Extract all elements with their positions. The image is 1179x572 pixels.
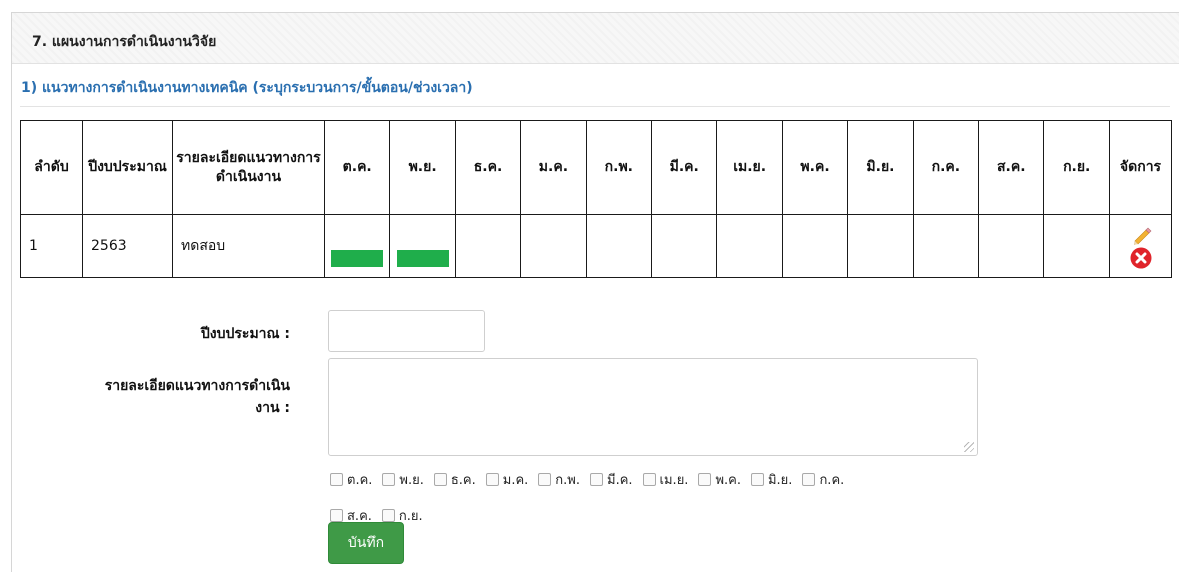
month-checkbox-3[interactable]: ม.ค. (485, 469, 529, 490)
header-month-8: มิ.ย. (847, 120, 914, 215)
cell-month-3 (520, 214, 587, 278)
month-checkbox-6[interactable]: เม.ย. (642, 469, 689, 490)
cell-month-5 (651, 214, 718, 278)
month-checkbox-8[interactable]: มิ.ย. (750, 469, 793, 490)
month-checkbox-4[interactable]: ก.พ. (538, 469, 580, 490)
table-row: 1 2563 ทดสอบ (20, 214, 1172, 278)
month-checkbox-9[interactable]: ก.ค. (802, 469, 844, 490)
detail-label: รายละเอียดแนวทางการดำเนิน งาน : (20, 375, 290, 419)
month-checkboxes: ต.ค. พ.ย. ธ.ค. ม.ค. ก.พ. มี.ค. เม.ย. พ.ค. มิ.ย. ก… (330, 467, 980, 527)
checkbox-box[interactable] (590, 472, 604, 486)
cell-budget-year: 2563 (82, 214, 173, 278)
cell-order: 1 (20, 214, 83, 278)
timeline-bar (331, 249, 384, 267)
detail-label-line1: รายละเอียดแนวทางการดำเนิน (104, 378, 290, 394)
cell-month-2 (454, 214, 522, 278)
delete-icon[interactable] (1129, 246, 1153, 270)
table-header-row: ลำดับ ปีงบประมาณ รายละเอียดแนวทางการดำเน… (20, 120, 1172, 215)
checkbox-box[interactable] (802, 472, 816, 486)
cell-month-11 (1043, 214, 1110, 278)
header-month-10: ส.ค. (978, 120, 1045, 215)
checkbox-box[interactable] (381, 508, 395, 522)
month-checkbox-1[interactable]: พ.ย. (382, 469, 424, 490)
cell-month-9 (912, 214, 980, 278)
month-checkbox-5[interactable]: มี.ค. (590, 469, 633, 490)
header-month-3: ม.ค. (520, 120, 587, 215)
cell-month-10 (978, 214, 1045, 278)
checkbox-box[interactable] (750, 472, 764, 486)
header-month-5: มี.ค. (651, 120, 718, 215)
header-manage: จัดการ (1109, 120, 1172, 215)
checkbox-box[interactable] (433, 472, 447, 486)
checkbox-row: ต.ค. พ.ย. ธ.ค. ม.ค. ก.พ. มี.ค. เม.ย. พ.ค. มิ.ย. ก… (330, 467, 980, 491)
checkbox-label: เม.ย. (659, 472, 689, 488)
checkbox-label: ก.พ. (555, 472, 581, 488)
timeline-bar (396, 249, 449, 267)
header-month-7: พ.ค. (781, 120, 849, 215)
cell-month-4 (585, 214, 653, 278)
cell-month-6 (716, 214, 783, 278)
checkbox-box[interactable] (330, 472, 343, 486)
checkbox-box[interactable] (382, 472, 396, 486)
checkbox-label: ม.ค. (502, 472, 529, 488)
budget-year-input[interactable] (328, 310, 485, 352)
cell-detail: ทดสอบ (172, 214, 325, 278)
checkbox-label: ธ.ค. (450, 472, 476, 488)
checkbox-label: พ.ค. (715, 472, 741, 488)
checkbox-label: ต.ค. (347, 472, 373, 488)
header-month-0: ต.ค. (323, 120, 391, 215)
checkbox-label: มิ.ย. (767, 472, 793, 488)
divider (20, 106, 1170, 107)
budget-year-label: ปีงบประมาณ : (200, 326, 290, 342)
header-detail: รายละเอียดแนวทางการดำเนินงาน (172, 120, 325, 215)
cell-month-1 (389, 214, 456, 278)
header-month-11: ก.ย. (1043, 120, 1110, 215)
header-month-9: ก.ค. (912, 120, 980, 215)
checkbox-box[interactable] (642, 472, 656, 486)
header-month-6: เม.ย. (716, 120, 783, 215)
cell-manage (1109, 214, 1172, 278)
header-budget-year: ปีงบประมาณ (82, 120, 173, 215)
detail-label-line2: งาน : (255, 400, 290, 416)
checkbox-row: ส.ค. ก.ย. (330, 503, 980, 527)
section-title: 7. แผนงานการดำเนินงานวิจัย (12, 13, 1179, 64)
checkbox-label: พ.ย. (399, 472, 424, 488)
cell-month-8 (847, 214, 914, 278)
section-subtitle: 1) แนวทางการดำเนินงานทางเทคนิค (ระบุกระบ… (21, 80, 473, 96)
save-button[interactable]: บันทึก (328, 522, 404, 564)
pencil-icon[interactable] (1130, 224, 1152, 246)
checkbox-box[interactable] (330, 508, 343, 522)
header-month-4: ก.พ. (585, 120, 653, 215)
month-checkbox-2[interactable]: ธ.ค. (433, 469, 476, 490)
cell-month-7 (781, 214, 849, 278)
checkbox-box[interactable] (485, 472, 499, 486)
cell-month-0 (323, 214, 391, 278)
checkbox-box[interactable] (538, 472, 552, 486)
detail-textarea[interactable] (328, 358, 978, 456)
checkbox-label: ก.ค. (819, 472, 845, 488)
header-month-1: พ.ย. (389, 120, 456, 215)
resize-grip-icon[interactable] (964, 442, 974, 452)
checkbox-box[interactable] (698, 472, 712, 486)
header-month-2: ธ.ค. (454, 120, 522, 215)
plan-table: ลำดับ ปีงบประมาณ รายละเอียดแนวทางการดำเน… (20, 120, 1172, 278)
checkbox-label: มี.ค. (607, 472, 633, 488)
month-checkbox-0[interactable]: ต.ค. (330, 469, 372, 490)
month-checkbox-7[interactable]: พ.ค. (698, 469, 741, 490)
header-order: ลำดับ (20, 120, 83, 215)
